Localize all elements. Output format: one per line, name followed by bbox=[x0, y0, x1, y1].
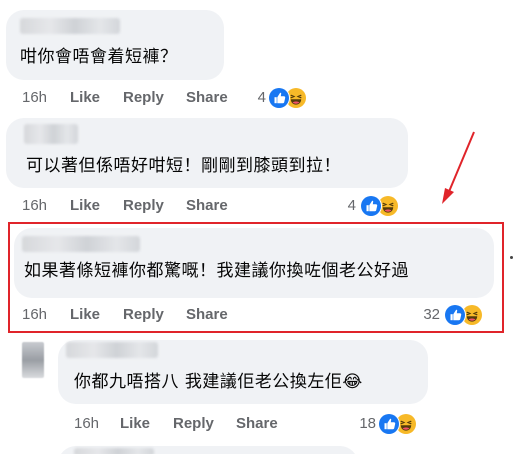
red-arrow-annotation bbox=[442, 131, 475, 204]
like-icon bbox=[361, 196, 381, 216]
comment-bubble: 可以著但係唔好咁短！剛剛到膝頭到拉！ bbox=[6, 118, 408, 188]
avatar[interactable] bbox=[22, 342, 44, 378]
reaction-count[interactable]: 4 bbox=[326, 197, 356, 215]
reactions[interactable] bbox=[378, 413, 418, 435]
like-button[interactable]: Like bbox=[120, 415, 150, 433]
reply-button[interactable]: Reply bbox=[123, 197, 164, 215]
reactions[interactable] bbox=[360, 195, 400, 217]
author-name-redacted[interactable] bbox=[20, 18, 120, 34]
author-name-redacted[interactable] bbox=[74, 448, 154, 454]
reply-button[interactable]: Reply bbox=[173, 415, 214, 433]
reaction-count[interactable]: 18 bbox=[340, 415, 376, 433]
share-button[interactable]: Share bbox=[186, 89, 228, 107]
author-name-redacted[interactable] bbox=[24, 124, 78, 144]
comment-timestamp[interactable]: 16h bbox=[22, 89, 47, 107]
comment-timestamp[interactable]: 16h bbox=[22, 197, 47, 215]
highlight-box bbox=[8, 222, 504, 333]
comment-timestamp[interactable]: 16h bbox=[74, 415, 99, 433]
dot-mark bbox=[510, 256, 513, 259]
comment-bubble: 咁你會唔會着短褲？ bbox=[6, 10, 224, 80]
author-name-redacted[interactable] bbox=[66, 342, 158, 358]
comment-bubble-partial bbox=[58, 446, 358, 454]
comment-text: 咁你會唔會着短褲？ bbox=[20, 47, 178, 67]
like-icon bbox=[379, 414, 399, 434]
comment-text: 你都九唔搭八 我建議佢老公換左佢😂 bbox=[74, 372, 363, 392]
reactions[interactable] bbox=[268, 87, 308, 109]
comment-bubble: 你都九唔搭八 我建議佢老公換左佢😂 bbox=[58, 340, 428, 404]
reply-button[interactable]: Reply bbox=[123, 89, 164, 107]
share-button[interactable]: Share bbox=[186, 197, 228, 215]
share-button[interactable]: Share bbox=[236, 415, 278, 433]
reaction-count[interactable]: 4 bbox=[236, 89, 266, 107]
like-button[interactable]: Like bbox=[70, 89, 100, 107]
comment-text: 可以著但係唔好咁短！剛剛到膝頭到拉！ bbox=[26, 156, 341, 176]
like-icon bbox=[269, 88, 289, 108]
like-button[interactable]: Like bbox=[70, 197, 100, 215]
